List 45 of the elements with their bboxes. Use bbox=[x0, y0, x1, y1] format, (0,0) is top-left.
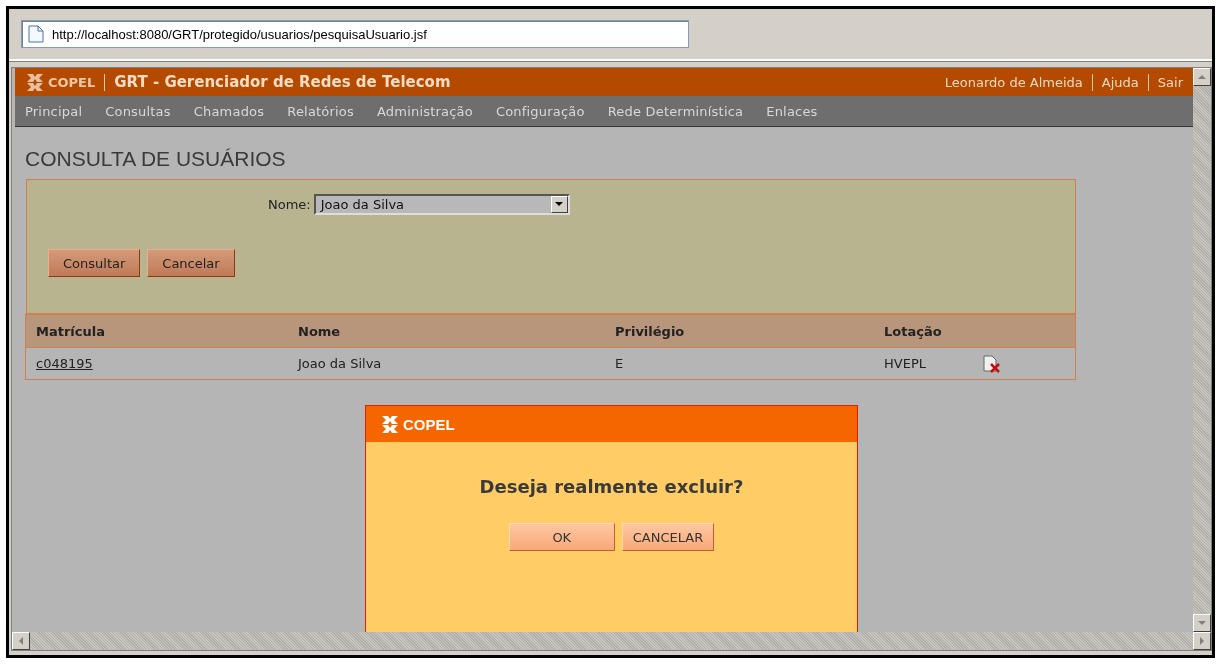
table-cell-text: HVEPL bbox=[884, 356, 927, 371]
menu-item[interactable]: Administração bbox=[377, 103, 473, 119]
down-arrow-icon bbox=[1197, 618, 1207, 628]
up-arrow-icon bbox=[1197, 72, 1207, 82]
right-arrow-icon bbox=[1197, 636, 1207, 646]
menu-item[interactable]: Rede Determinística bbox=[607, 103, 744, 119]
page-title: CONSULTA DE USUÁRIOS bbox=[25, 147, 287, 171]
menu-item[interactable]: Relatórios bbox=[287, 103, 354, 119]
column-header: Lotação bbox=[884, 323, 943, 339]
logo-icon bbox=[380, 414, 400, 434]
dialog-message: Deseja realmente excluir? bbox=[478, 476, 745, 497]
menu-item[interactable]: Chamados bbox=[193, 103, 265, 119]
caret-icon bbox=[555, 202, 564, 207]
menu-item[interactable]: Configuração bbox=[495, 103, 585, 119]
address-bar[interactable]: http://localhost:8080/GRT/protegido/usuarios/pesquisaUsuario.jsf bbox=[21, 20, 689, 48]
column-header: Nome bbox=[298, 323, 342, 339]
column-header: Privilégio bbox=[615, 323, 686, 339]
form-button[interactable]: Cancelar bbox=[147, 249, 235, 277]
menu-item[interactable]: Principal bbox=[25, 103, 83, 119]
header-link[interactable]: Ajuda bbox=[1101, 74, 1139, 90]
header-link[interactable]: Sair bbox=[1157, 74, 1183, 90]
form-button[interactable]: Consultar bbox=[48, 249, 141, 277]
vertical-scrollbar[interactable] bbox=[1193, 68, 1211, 632]
dialog-button[interactable]: OK bbox=[508, 523, 615, 551]
scroll-down-button[interactable] bbox=[1193, 614, 1211, 632]
app-title: GRT - Gerenciador de Redes de Telecom bbox=[114, 73, 451, 91]
scroll-right-button[interactable] bbox=[1193, 632, 1211, 650]
scroll-left-button[interactable] bbox=[12, 632, 30, 650]
name-dropdown[interactable]: Joao da Silva bbox=[313, 194, 570, 215]
dialog-brand: COPEL bbox=[403, 415, 455, 433]
menu-item[interactable]: Enlaces bbox=[766, 103, 818, 119]
table-cell-text: Joao da Silva bbox=[298, 356, 383, 371]
page-icon bbox=[28, 25, 44, 43]
brand-name: COPEL bbox=[48, 74, 96, 90]
id-link[interactable]: c048195 bbox=[36, 356, 93, 371]
document-delete-icon[interactable] bbox=[983, 354, 1001, 373]
user-name: Leonardo de Almeida bbox=[944, 74, 1083, 90]
menu-item[interactable]: Consultas bbox=[105, 103, 171, 119]
column-header: Matrícula bbox=[36, 323, 106, 339]
scroll-up-button[interactable] bbox=[1193, 68, 1211, 86]
logo-icon bbox=[25, 72, 45, 92]
table-cell-text: E bbox=[615, 356, 625, 371]
dialog-button[interactable]: CANCELAR bbox=[621, 523, 715, 551]
field-label: Nome: bbox=[268, 197, 311, 212]
horizontal-scrollbar[interactable] bbox=[12, 632, 1211, 650]
